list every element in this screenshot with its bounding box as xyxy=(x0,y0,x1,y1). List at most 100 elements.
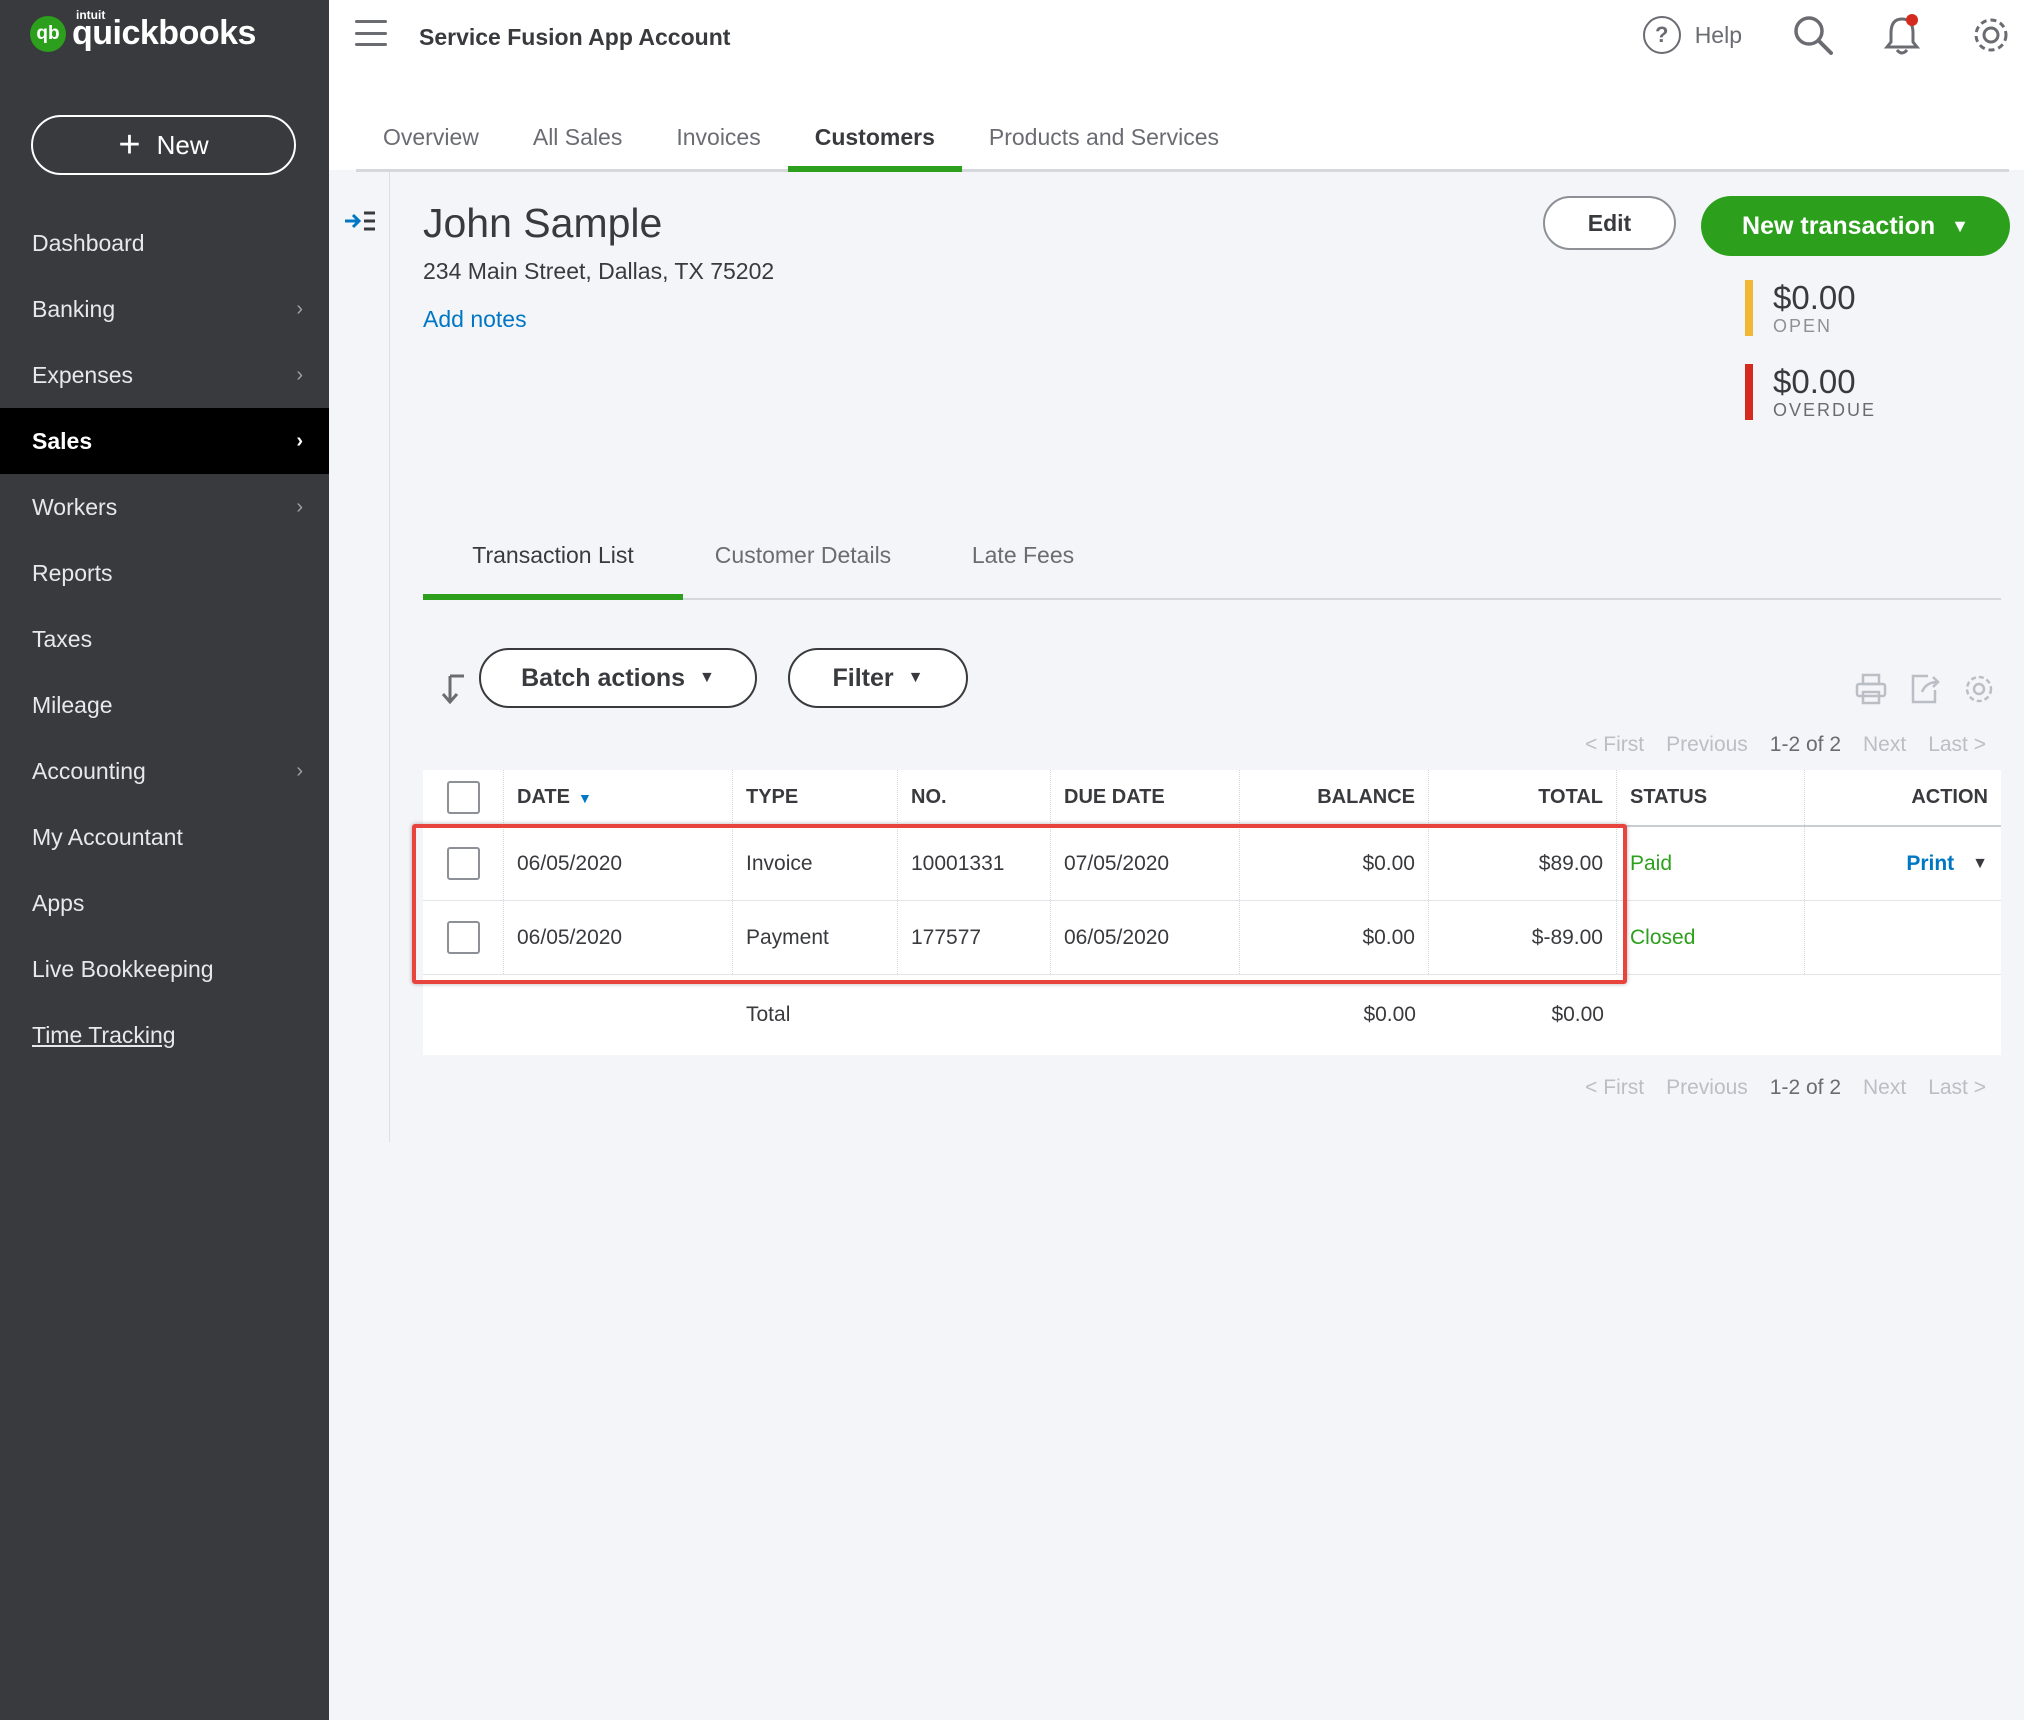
quickbooks-logo[interactable]: qb intuit quickbooks xyxy=(30,8,256,53)
status-cell: Closed xyxy=(1617,901,1805,974)
new-button[interactable]: + New xyxy=(31,115,296,175)
sidebar-item-label: Sales xyxy=(32,427,93,454)
empty-cell xyxy=(1051,975,1240,1055)
row-checkbox[interactable] xyxy=(446,921,480,954)
sidebar-item-reports[interactable]: Reports xyxy=(0,540,329,606)
table-header: DATE ▼ TYPE NO. DUE DATE BALANCE TOTAL ST… xyxy=(423,770,2001,827)
sort-desc-icon: ▼ xyxy=(577,789,592,806)
total-column-header[interactable]: TOTAL xyxy=(1429,770,1617,825)
chevron-right-icon: › xyxy=(296,429,303,452)
open-label: OPEN xyxy=(1773,316,1833,336)
pagination-bottom: < First Previous 1-2 of 2 Next Last > xyxy=(1563,1076,1986,1100)
hamburger-menu-icon[interactable] xyxy=(355,20,387,46)
previous-page-link[interactable]: Previous xyxy=(1666,1076,1748,1100)
due-date-column-header[interactable]: DUE DATE xyxy=(1051,770,1240,825)
filter-button[interactable]: Filter ▼ xyxy=(788,648,968,708)
sidebar-item-live-bookkeeping[interactable]: Live Bookkeeping xyxy=(0,936,329,1002)
sidebar-item-apps[interactable]: Apps xyxy=(0,870,329,936)
export-icon[interactable] xyxy=(1908,672,1942,706)
sidebar-item-taxes[interactable]: Taxes xyxy=(0,606,329,672)
select-all-checkbox[interactable] xyxy=(446,781,480,814)
no-cell: 177577 xyxy=(898,901,1051,974)
chevron-right-icon: › xyxy=(296,495,303,518)
sidebar-item-banking[interactable]: Banking › xyxy=(0,276,329,342)
overdue-balance: $0.00 OVERDUE xyxy=(1745,364,1945,430)
tab-customers[interactable]: Customers xyxy=(787,112,963,172)
sidebar-item-my-accountant[interactable]: My Accountant xyxy=(0,804,329,870)
column-label: DATE xyxy=(517,786,570,808)
sidebar-item-label: Live Bookkeeping xyxy=(32,955,214,982)
edit-button[interactable]: Edit xyxy=(1543,196,1676,250)
sort-arrow-icon[interactable] xyxy=(440,672,468,711)
tab-late-fees[interactable]: Late Fees xyxy=(923,530,1123,598)
chevron-right-icon: › xyxy=(296,759,303,782)
sidebar-item-workers[interactable]: Workers › xyxy=(0,474,329,540)
row-checkbox[interactable] xyxy=(446,847,480,880)
help-button[interactable]: ? Help xyxy=(1642,16,1742,54)
caret-down-icon: ▼ xyxy=(1951,215,1969,236)
type-column-header[interactable]: TYPE xyxy=(733,770,898,825)
sidebar-item-time-tracking[interactable]: Time Tracking xyxy=(0,1002,329,1068)
sidebar-item-mileage[interactable]: Mileage xyxy=(0,672,329,738)
action-cell xyxy=(1805,901,2001,974)
settings-icon[interactable] xyxy=(1962,672,1996,706)
table-row[interactable]: 06/05/2020 Invoice 10001331 07/05/2020 $… xyxy=(423,827,2001,901)
sidebar: qb intuit quickbooks + New Dashboard Ban… xyxy=(0,0,329,1720)
next-page-link[interactable]: Next xyxy=(1863,1076,1906,1100)
sidebar-item-label: Expenses xyxy=(32,361,134,388)
next-page-link[interactable]: Next xyxy=(1863,733,1906,757)
page-count: 1-2 of 2 xyxy=(1769,733,1842,756)
batch-actions-button[interactable]: Batch actions ▼ xyxy=(479,648,757,708)
no-column-header[interactable]: NO. xyxy=(898,770,1051,825)
last-page-link[interactable]: Last > xyxy=(1928,733,1986,757)
add-notes-link[interactable]: Add notes xyxy=(423,306,527,333)
type-cell: Invoice xyxy=(733,827,898,900)
search-icon[interactable] xyxy=(1792,14,1834,56)
total-balance: $0.00 xyxy=(1363,1003,1416,1026)
previous-page-link[interactable]: Previous xyxy=(1666,733,1748,757)
total-total: $0.00 xyxy=(1551,1003,1604,1026)
action-column-header: ACTION xyxy=(1911,786,1988,808)
expand-list-icon[interactable] xyxy=(343,208,377,239)
tab-products-and-services[interactable]: Products and Services xyxy=(962,112,1246,169)
date-cell: 06/05/2020 xyxy=(504,901,733,974)
last-page-link[interactable]: Last > xyxy=(1928,1076,1986,1100)
table-tools xyxy=(1834,672,1996,706)
first-page-link[interactable]: < First xyxy=(1585,1076,1644,1100)
date-column-header[interactable]: DATE ▼ xyxy=(504,770,733,825)
sidebar-item-label: Taxes xyxy=(32,625,93,652)
notification-bell-icon[interactable] xyxy=(1882,13,1922,57)
sidebar-item-sales[interactable]: Sales › xyxy=(0,408,329,474)
gear-icon[interactable] xyxy=(1970,14,2012,56)
tab-all-sales[interactable]: All Sales xyxy=(506,112,649,169)
select-all-cell xyxy=(423,770,504,825)
sidebar-item-accounting[interactable]: Accounting › xyxy=(0,738,329,804)
balance-column-header[interactable]: BALANCE xyxy=(1240,770,1429,825)
open-balance: $0.00 OPEN xyxy=(1745,280,1945,346)
filter-label: Filter xyxy=(832,663,894,692)
print-action-link[interactable]: Print xyxy=(1906,852,1954,876)
open-amount: $0.00 xyxy=(1773,279,1856,316)
caret-down-icon[interactable]: ▼ xyxy=(1972,855,1988,873)
new-transaction-button[interactable]: New transaction ▼ xyxy=(1701,196,2010,256)
overdue-indicator-bar xyxy=(1745,364,1753,420)
table-total-row: Total $0.00 $0.00 xyxy=(423,975,2001,1055)
new-button-label: New xyxy=(156,129,209,160)
table-row[interactable]: 06/05/2020 Payment 177577 06/05/2020 $0.… xyxy=(423,901,2001,975)
status-column-header[interactable]: STATUS xyxy=(1617,770,1805,825)
print-icon[interactable] xyxy=(1854,672,1888,706)
row-select-cell xyxy=(423,827,504,900)
sidebar-item-dashboard[interactable]: Dashboard xyxy=(0,210,329,276)
sidebar-item-label: Accounting xyxy=(32,757,146,784)
tab-overview[interactable]: Overview xyxy=(356,112,506,169)
first-page-link[interactable]: < First xyxy=(1585,733,1644,757)
tab-transaction-list[interactable]: Transaction List xyxy=(423,530,683,600)
tab-invoices[interactable]: Invoices xyxy=(649,112,787,169)
tab-customer-details[interactable]: Customer Details xyxy=(683,530,923,598)
qb-logo-icon: qb xyxy=(30,15,66,52)
sidebar-item-expenses[interactable]: Expenses › xyxy=(0,342,329,408)
top-bar: Service Fusion App Account ? Help Overvi… xyxy=(329,0,2024,172)
empty-cell xyxy=(1617,975,1805,1055)
empty-cell xyxy=(423,975,504,1055)
empty-cell xyxy=(898,975,1051,1055)
